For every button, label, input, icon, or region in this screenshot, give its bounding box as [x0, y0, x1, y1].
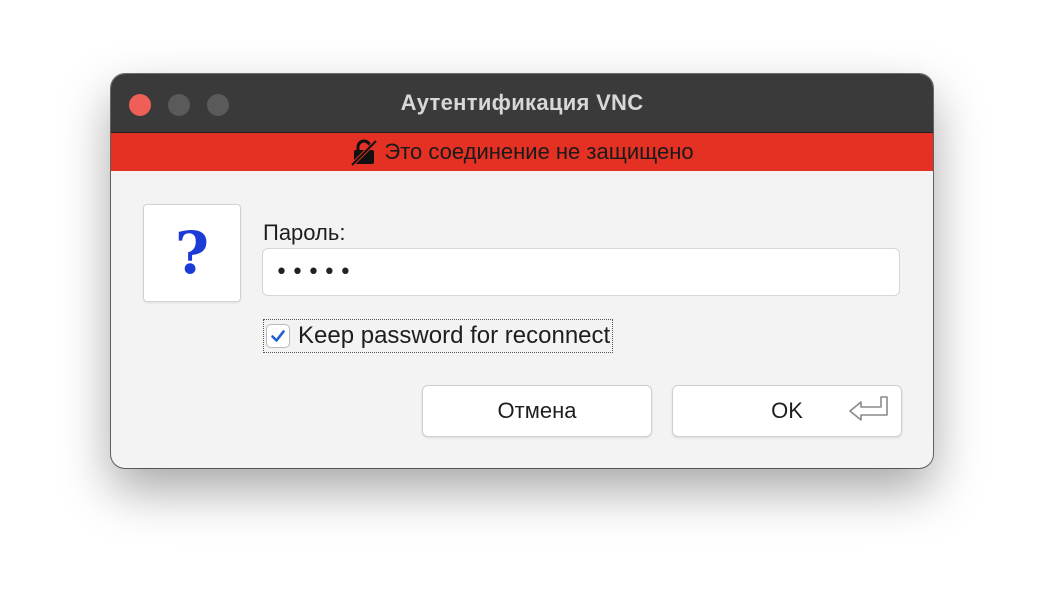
cancel-button[interactable]: Отмена — [422, 385, 652, 437]
question-icon-box: ? — [143, 204, 241, 302]
vnc-auth-dialog: Аутентификация VNC Это соединение не защ… — [111, 74, 933, 468]
question-icon: ? — [175, 219, 209, 287]
ok-button-label: OK — [771, 398, 803, 423]
insecure-connection-banner: Это соединение не защищено — [111, 133, 933, 171]
checkmark-icon — [271, 330, 285, 342]
window-title: Аутентификация VNC — [400, 90, 644, 115]
keep-password-checkbox-row[interactable]: Keep password for reconnect — [263, 319, 614, 353]
titlebar[interactable]: Аутентификация VNC — [111, 74, 933, 133]
insecure-lock-icon — [350, 139, 378, 166]
keep-password-label: Keep password for reconnect — [298, 322, 611, 349]
ok-button[interactable]: OK — [672, 385, 902, 437]
password-field[interactable] — [262, 248, 900, 296]
keep-password-checkbox[interactable] — [266, 324, 290, 348]
password-label: Пароль: — [263, 220, 346, 245]
return-key-icon — [849, 396, 888, 421]
warning-text: Это соединение не защищено — [384, 139, 694, 164]
